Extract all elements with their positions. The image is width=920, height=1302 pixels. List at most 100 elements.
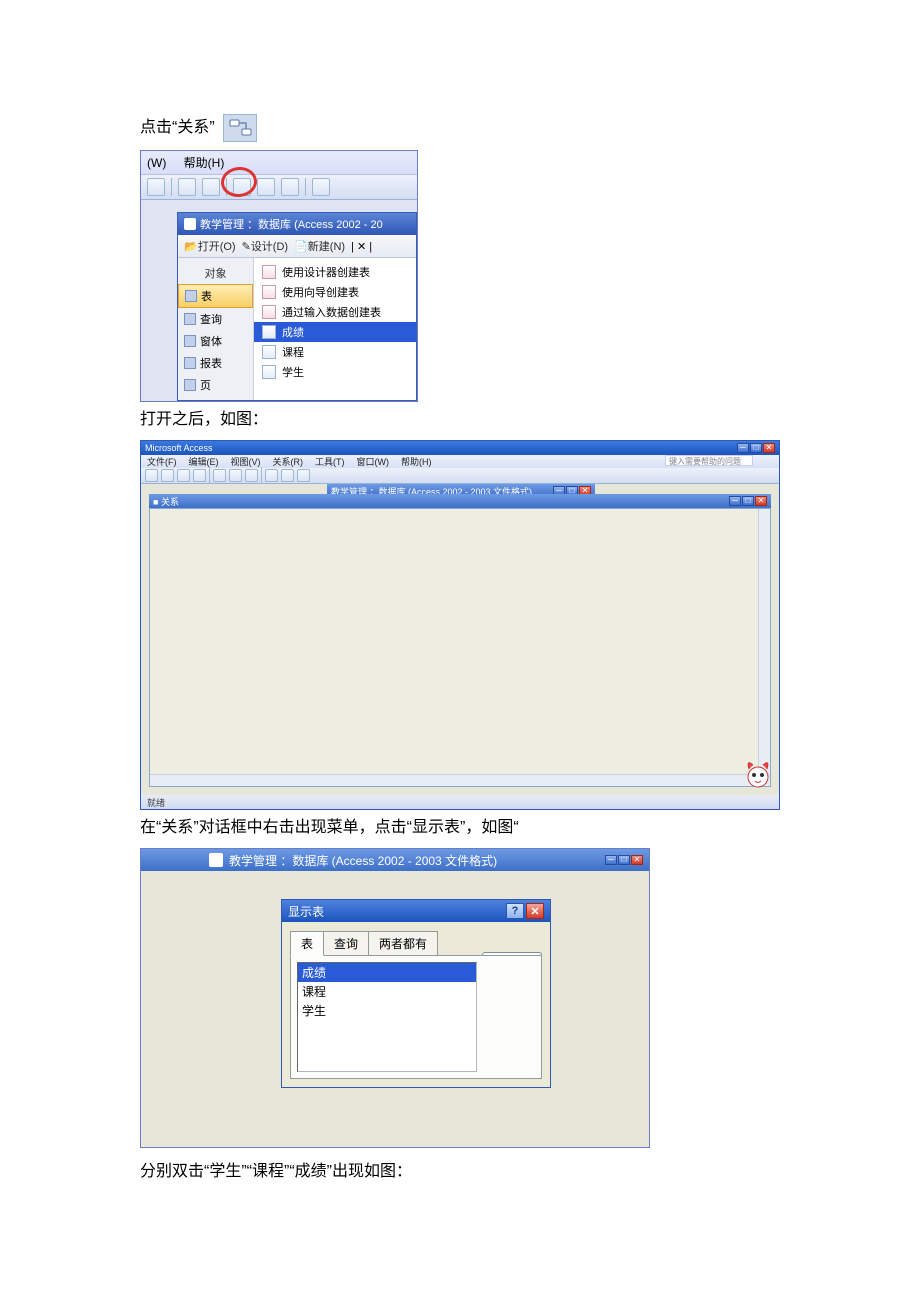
maximize-button[interactable]: □: [742, 496, 754, 506]
list-option[interactable]: 成绩: [298, 963, 476, 982]
design-button[interactable]: ✎设计(D): [242, 238, 289, 254]
screenshot-access-toolbar: (W) 帮助(H) 教学管理 ：数据库 (Access 2002 - 20 📂打…: [140, 150, 418, 402]
menubar: (W) 帮助(H): [141, 151, 417, 174]
dialog-titlebar: 显示表 ? ✕: [282, 900, 550, 922]
db-title: 教学管理 ：数据库 (Access 2002 - 2003 文件格式): [229, 852, 497, 869]
toolbar-button[interactable]: [147, 178, 165, 196]
tab-page: 成绩 课程 学生: [290, 955, 542, 1079]
menu-item[interactable]: 文件(F): [147, 455, 177, 468]
nav-item-forms[interactable]: 窗体: [178, 330, 253, 352]
list-item-selected[interactable]: 成绩: [254, 322, 416, 342]
help-button[interactable]: [312, 178, 330, 196]
window-title: 教学管理 ：数据库 (Access 2002 - 20: [178, 213, 416, 235]
title-text: 教学管理 ：数据库 (Access 2002 - 20: [200, 216, 383, 232]
toolbar-button[interactable]: [145, 469, 158, 482]
screenshot-relationships-window: Microsoft Access ─ □ ✕ 文件(F) 编辑(E) 视图(V)…: [140, 440, 780, 810]
toolbar-button[interactable]: [213, 469, 226, 482]
list-option[interactable]: 课程: [298, 982, 476, 1001]
table-listbox[interactable]: 成绩 课程 学生: [297, 962, 477, 1072]
nav-item-tables[interactable]: 表: [178, 284, 253, 308]
menu-item[interactable]: 关系(R): [273, 455, 304, 468]
status-bar: 就绪: [141, 795, 779, 809]
toolbar-button[interactable]: [229, 469, 242, 482]
doc-line-3: 在“关系”对话框中右击出现菜单，点击“显示表”，如图“: [140, 814, 780, 842]
toolbar-button[interactable]: [161, 469, 174, 482]
help-search-input[interactable]: 键入需要帮助的问题: [665, 455, 753, 466]
text: “关系”: [172, 119, 215, 136]
menu-item[interactable]: 帮助(H): [401, 455, 432, 468]
vertical-scrollbar[interactable]: [758, 509, 770, 774]
horizontal-scrollbar[interactable]: [150, 774, 770, 786]
table-icon: [262, 345, 276, 359]
minimize-button[interactable]: ─: [605, 855, 617, 865]
toolbar-button[interactable]: [281, 178, 299, 196]
separator: [261, 467, 262, 485]
relationships-button[interactable]: [257, 178, 275, 196]
minimize-button[interactable]: ─: [737, 443, 749, 453]
objects-nav: 对象 表 查询 窗体 报表 页: [178, 258, 254, 400]
app-title: Microsoft Access: [145, 443, 213, 453]
list-option[interactable]: 学生: [298, 1001, 476, 1020]
window-controls: ─ □ ✕: [737, 443, 775, 453]
nav-item-queries[interactable]: 查询: [178, 308, 253, 330]
menu-item-help[interactable]: 帮助(H): [184, 156, 225, 170]
db-icon: [209, 853, 223, 867]
list-item[interactable]: 课程: [254, 342, 416, 362]
open-button[interactable]: 📂打开(O): [184, 238, 236, 254]
db-icon: [184, 218, 196, 230]
tab-both[interactable]: 两者都有: [368, 931, 438, 956]
close-button[interactable]: ✕: [526, 903, 544, 919]
toolbar-button[interactable]: [245, 469, 258, 482]
maximize-button[interactable]: □: [750, 443, 762, 453]
help-button[interactable]: ?: [506, 903, 524, 919]
toolbar-button[interactable]: [178, 178, 196, 196]
relationships-icon: [223, 114, 257, 142]
db-toolbar: 📂打开(O) ✎设计(D) 📄新建(N) | ✕ |: [178, 235, 416, 258]
list-item[interactable]: 通过输入数据创建表: [254, 302, 416, 322]
nav-item-pages[interactable]: 页: [178, 374, 253, 396]
toolbar-button[interactable]: [297, 469, 310, 482]
database-window: 教学管理 ：数据库 (Access 2002 - 20 📂打开(O) ✎设计(D…: [177, 212, 417, 401]
db-window-titlebar: 教学管理 ：数据库 (Access 2002 - 2003 文件格式) ─ □ …: [141, 849, 649, 871]
menu-item-w[interactable]: (W): [147, 156, 166, 170]
new-button[interactable]: 📄新建(N): [294, 238, 345, 254]
text: 点击: [140, 119, 172, 136]
object-list: 使用设计器创建表 使用向导创建表 通过输入数据创建表 成绩 课程 学生: [254, 258, 416, 400]
list-item[interactable]: 学生: [254, 362, 416, 382]
report-icon: [184, 357, 196, 369]
list-item[interactable]: 使用设计器创建表: [254, 262, 416, 282]
doc-line-4: 分别双击“学生”“课程”“成绩”出现如图：: [140, 1158, 780, 1186]
relationships-canvas[interactable]: [149, 508, 771, 787]
toolbar-button[interactable]: [202, 178, 220, 196]
toolbar: [141, 468, 779, 484]
menu-item[interactable]: 视图(V): [231, 455, 261, 468]
page-icon: [184, 379, 196, 391]
close-button[interactable]: ✕: [763, 443, 775, 453]
wizard-icon: [262, 285, 276, 299]
table-icon: [262, 365, 276, 379]
toolbar-button[interactable]: [265, 469, 278, 482]
query-icon: [184, 313, 196, 325]
nav-item-reports[interactable]: 报表: [178, 352, 253, 374]
separator: [305, 178, 306, 196]
toolbar-button[interactable]: [193, 469, 206, 482]
separator: [171, 178, 172, 196]
toolbar-button[interactable]: [177, 469, 190, 482]
close-button[interactable]: ✕: [755, 496, 767, 506]
app-titlebar: Microsoft Access ─ □ ✕: [141, 441, 779, 455]
relationships-titlebar: ■ 关系 ─ □ ✕: [149, 494, 771, 508]
dialog-title: 显示表: [288, 903, 324, 920]
table-icon: [185, 290, 197, 302]
maximize-button[interactable]: □: [618, 855, 630, 865]
list-item[interactable]: 使用向导创建表: [254, 282, 416, 302]
menu-item[interactable]: 窗口(W): [357, 455, 390, 468]
menu-item[interactable]: 编辑(E): [189, 455, 219, 468]
tab-tables[interactable]: 表: [290, 931, 324, 956]
menu-item[interactable]: 工具(T): [315, 455, 345, 468]
wizard-icon: [262, 305, 276, 319]
tab-queries[interactable]: 查询: [323, 931, 369, 956]
close-button[interactable]: ✕: [631, 855, 643, 865]
toolbar-button[interactable]: [281, 469, 294, 482]
minimize-button[interactable]: ─: [729, 496, 741, 506]
form-icon: [184, 335, 196, 347]
